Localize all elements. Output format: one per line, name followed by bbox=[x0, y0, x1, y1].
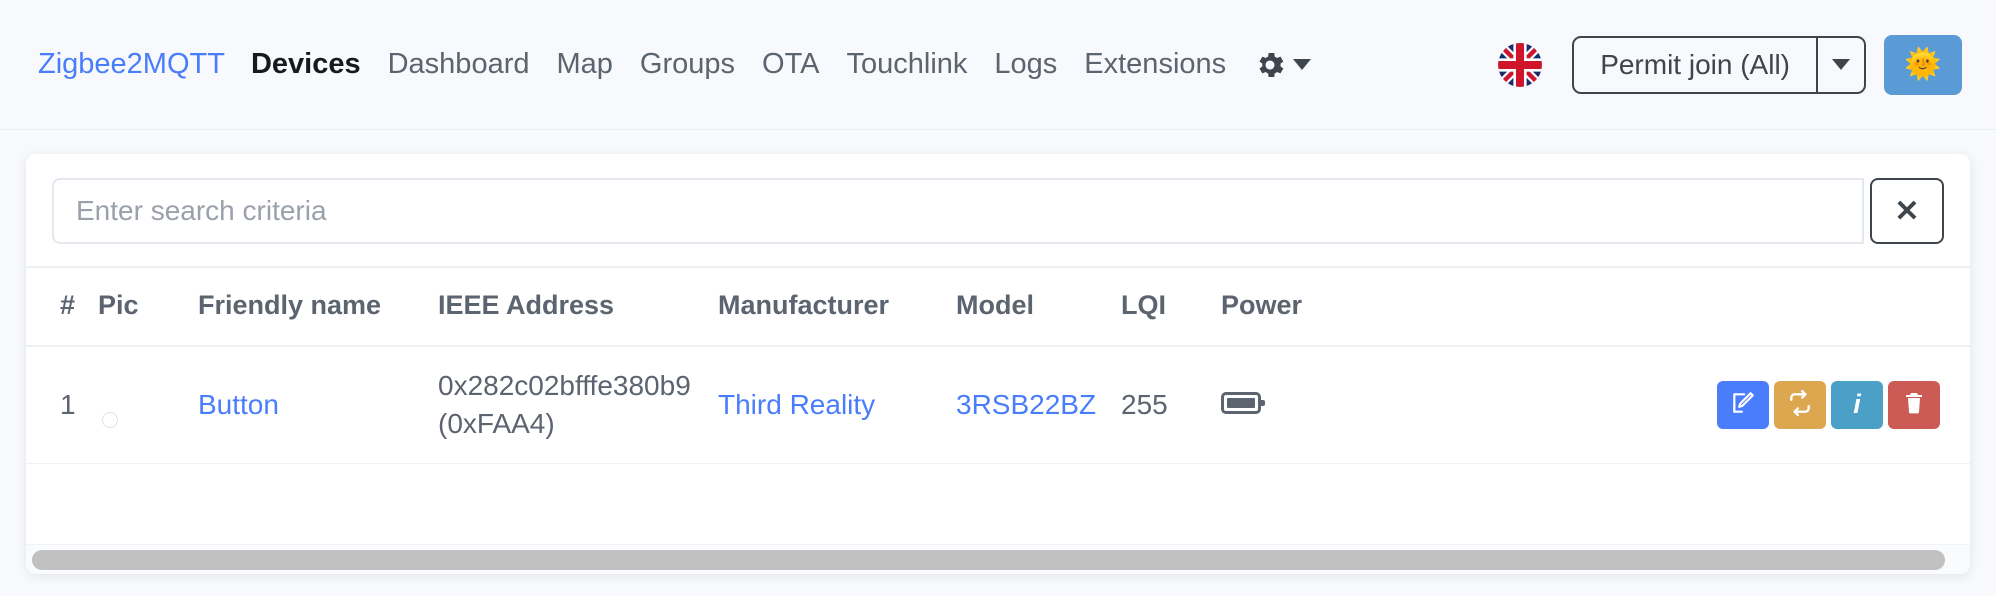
column-header-actions bbox=[1371, 266, 1970, 347]
nav-item-extensions[interactable]: Extensions bbox=[1084, 48, 1226, 81]
column-header-model[interactable]: Model bbox=[956, 266, 1121, 347]
column-header-pic[interactable]: Pic bbox=[98, 266, 198, 347]
cell-manufacturer: Third Reality bbox=[718, 346, 956, 464]
reconfigure-device-button[interactable] bbox=[1774, 380, 1826, 429]
devices-table-head: # Pic Friendly name IEEE Address Manufac… bbox=[26, 266, 1970, 347]
nav-item-ota[interactable]: OTA bbox=[762, 48, 819, 81]
column-header-index[interactable]: # bbox=[26, 266, 98, 347]
device-link-button[interactable]: Button bbox=[198, 389, 279, 420]
refresh-arrows-icon bbox=[1787, 390, 1813, 419]
devices-table-body: 1 Button 0x282c02bfffe380b9 (0xFAA4) Thi… bbox=[26, 346, 1970, 464]
ieee-address-short: (0xFAA4) bbox=[438, 407, 555, 439]
devices-table: # Pic Friendly name IEEE Address Manufac… bbox=[26, 266, 1970, 464]
table-header-row: # Pic Friendly name IEEE Address Manufac… bbox=[26, 266, 1970, 347]
devices-table-scroll-area: # Pic Friendly name IEEE Address Manufac… bbox=[26, 266, 1970, 544]
brand-link-zigbee2mqtt[interactable]: Zigbee2MQTT bbox=[38, 48, 225, 81]
top-navigation-bar: Zigbee2MQTT Devices Dashboard Map Groups… bbox=[0, 0, 1996, 130]
battery-full-icon bbox=[1221, 391, 1265, 414]
pencil-square-icon bbox=[1730, 390, 1756, 419]
device-info-button[interactable]: i bbox=[1831, 380, 1883, 429]
cell-pic bbox=[98, 346, 198, 464]
clear-search-button[interactable]: ✕ bbox=[1870, 178, 1944, 244]
nav-item-touchlink[interactable]: Touchlink bbox=[846, 48, 967, 81]
nav-item-devices[interactable]: Devices bbox=[251, 48, 361, 81]
devices-card: ✕ # Pic Friendly name IEEE Address Manuf… bbox=[26, 154, 1970, 574]
chevron-down-icon bbox=[1293, 59, 1312, 70]
permit-join-control: Permit join (All) bbox=[1572, 35, 1866, 94]
uk-flag-icon[interactable] bbox=[1498, 42, 1543, 87]
horizontal-scrollbar[interactable] bbox=[26, 544, 1970, 574]
cell-ieee-address: 0x282c02bfffe380b9 (0xFAA4) bbox=[438, 346, 718, 464]
nav-item-groups[interactable]: Groups bbox=[640, 48, 735, 81]
cell-actions: i bbox=[1371, 346, 1970, 464]
manufacturer-link[interactable]: Third Reality bbox=[718, 389, 875, 420]
row-action-buttons: i bbox=[1371, 380, 1970, 429]
permit-join-button[interactable]: Permit join (All) bbox=[1574, 38, 1816, 92]
model-link[interactable]: 3RSB22BZ bbox=[956, 389, 1096, 420]
column-header-friendly-name[interactable]: Friendly name bbox=[198, 266, 438, 347]
delete-device-button[interactable] bbox=[1888, 380, 1940, 429]
theme-toggle-button[interactable]: 🌞 bbox=[1884, 34, 1962, 95]
chevron-down-icon bbox=[1832, 59, 1850, 70]
trash-icon bbox=[1902, 391, 1926, 418]
column-header-ieee-address[interactable]: IEEE Address bbox=[438, 266, 718, 347]
column-header-lqi[interactable]: LQI bbox=[1121, 266, 1221, 347]
nav-item-dashboard[interactable]: Dashboard bbox=[388, 48, 530, 81]
cell-model: 3RSB22BZ bbox=[956, 346, 1121, 464]
cell-index: 1 bbox=[26, 346, 98, 464]
nav-item-logs[interactable]: Logs bbox=[994, 48, 1057, 81]
navbar-right-controls: Permit join (All) 🌞 bbox=[1498, 34, 1962, 95]
cell-lqi: 255 bbox=[1121, 346, 1221, 464]
search-input[interactable] bbox=[52, 178, 1864, 244]
page-content: ✕ # Pic Friendly name IEEE Address Manuf… bbox=[0, 130, 1996, 596]
nav-item-map[interactable]: Map bbox=[556, 48, 612, 81]
horizontal-scrollbar-thumb[interactable] bbox=[32, 549, 1945, 570]
permit-join-dropdown-toggle[interactable] bbox=[1816, 37, 1864, 92]
table-row: 1 Button 0x282c02bfffe380b9 (0xFAA4) Thi… bbox=[26, 346, 1970, 464]
column-header-power[interactable]: Power bbox=[1221, 266, 1371, 347]
edit-device-button[interactable] bbox=[1717, 380, 1769, 429]
settings-menu-toggle[interactable] bbox=[1253, 48, 1312, 82]
cell-power bbox=[1221, 346, 1371, 464]
column-header-manufacturer[interactable]: Manufacturer bbox=[718, 266, 956, 347]
ieee-address-full: 0x282c02bfffe380b9 bbox=[438, 370, 691, 401]
gear-icon bbox=[1253, 48, 1287, 82]
cell-friendly-name: Button bbox=[198, 346, 438, 464]
search-row: ✕ bbox=[26, 154, 1970, 266]
nav-links-group: Zigbee2MQTT Devices Dashboard Map Groups… bbox=[38, 48, 1498, 82]
